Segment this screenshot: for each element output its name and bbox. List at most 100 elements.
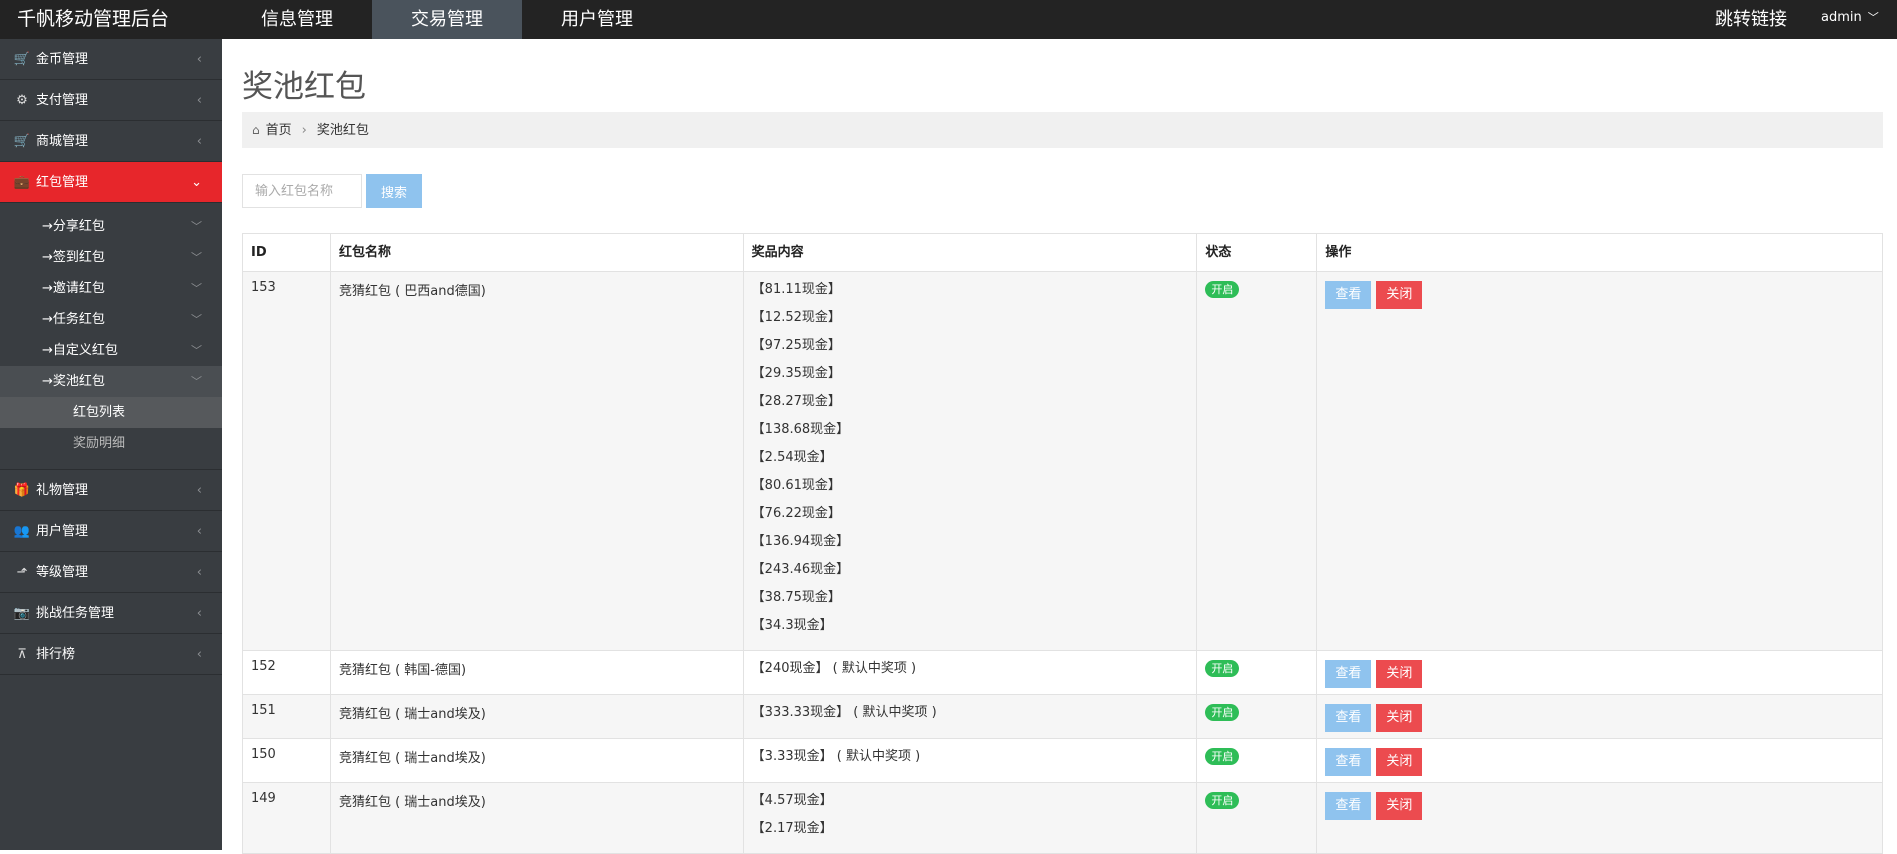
submenu-label: →自定义红包 — [42, 343, 118, 358]
sidebar-item-payment[interactable]: ⚙ 支付管理 ‹ — [0, 80, 222, 121]
chevron-down-icon: ﹀ — [191, 251, 202, 264]
cell-status: 开启 — [1196, 271, 1318, 651]
prize-item: 【97.25现金】 — [751, 338, 841, 353]
table-body: 153 竞猜红包 ( 巴西and德国) 【81.11现金】 【12.52现金】 【97.… — [242, 271, 1883, 854]
cell-prizes: 【81.11现金】 【12.52现金】 【97.25现金】 【29.35现金】 【28.… — [742, 271, 1198, 651]
prize-item: 【81.11现金】 — [751, 282, 841, 297]
chevron-down-icon: ⌄ — [191, 175, 202, 190]
prize-item: 【12.52现金】 — [751, 310, 841, 325]
submenu-pool[interactable]: →奖池红包 ﹀ — [0, 366, 222, 397]
prize-item: 【243.46现金】 — [751, 562, 850, 577]
status-badge: 开启 — [1205, 748, 1240, 765]
sidebar-item-ranking[interactable]: ⊼ 排行榜 ‹ — [0, 634, 222, 675]
brand-title: 千帆移动管理后台 — [17, 8, 170, 30]
view-button[interactable]: 查看 — [1325, 704, 1372, 732]
search-input[interactable] — [242, 174, 362, 208]
chevron-down-icon: ﹀ — [1867, 11, 1879, 24]
chevron-left-icon: ‹ — [196, 565, 202, 580]
cell-actions: 查看 关闭 — [1316, 694, 1883, 739]
table-row: 152 竞猜红包 ( 韩国-德国) 【240现金】 ( 默认中奖项 ) 开启 查看 关闭 — [242, 650, 1883, 695]
view-button[interactable]: 查看 — [1325, 660, 1372, 688]
sidebar: 🛒 金币管理 ‹ ⚙ 支付管理 ‹ 🛒 商城管理 ‹ 💼 红包管理 ⌄ →分享红… — [0, 39, 222, 850]
submenu-task[interactable]: →任务红包 ﹀ — [0, 304, 222, 335]
cell-status: 开启 — [1196, 782, 1318, 854]
cell-id: 153 — [242, 271, 331, 651]
submenu-custom[interactable]: →自定义红包 ﹀ — [0, 335, 222, 366]
cell-name: 竞猜红包 ( 瑞士and埃及) — [329, 782, 744, 854]
chevron-left-icon: ‹ — [196, 134, 202, 149]
breadcrumb-separator-icon: › — [301, 123, 307, 138]
page-title: 奖池红包 — [242, 69, 366, 105]
cell-actions: 查看 关闭 — [1316, 271, 1883, 651]
cell-status: 开启 — [1196, 650, 1318, 695]
level-up-icon: ⬏ — [16, 565, 28, 580]
status-badge: 开启 — [1205, 660, 1240, 677]
prize-item: 【34.3现金】 — [751, 618, 833, 633]
column-header-status: 状态 — [1196, 233, 1318, 272]
sidebar-item-redpacket[interactable]: 💼 红包管理 ⌄ — [0, 162, 222, 203]
top-nav-info[interactable]: 信息管理 — [222, 0, 372, 39]
sidebar-item-label: 排行榜 — [36, 647, 76, 662]
prize-item: 【4.57现金】 — [751, 793, 833, 808]
view-button[interactable]: 查看 — [1325, 281, 1372, 309]
sidebar-item-levels[interactable]: ⬏ 等级管理 ‹ — [0, 552, 222, 593]
view-button[interactable]: 查看 — [1325, 792, 1372, 820]
submenu-reward-detail[interactable]: 奖励明细 — [0, 428, 222, 459]
sidebar-item-mall[interactable]: 🛒 商城管理 ‹ — [0, 121, 222, 162]
sidebar-item-coins[interactable]: 🛒 金币管理 ‹ — [0, 39, 222, 80]
top-nav-trade[interactable]: 交易管理 — [372, 0, 522, 39]
search-button[interactable]: 搜索 — [366, 174, 422, 208]
sidebar-item-gifts[interactable]: 🎁 礼物管理 ‹ — [0, 470, 222, 511]
cell-id: 150 — [242, 738, 331, 783]
cell-id: 149 — [242, 782, 331, 854]
prize-item: 【138.68现金】 — [751, 422, 850, 437]
column-header-name: 红包名称 — [329, 233, 744, 272]
table-row: 151 竞猜红包 ( 瑞士and埃及) 【333.33现金】 ( 默认中奖项 ) 开启… — [242, 694, 1883, 739]
admin-menu[interactable]: admin ﹀ — [1821, 0, 1879, 36]
cell-name: 竞猜红包 ( 瑞士and埃及) — [329, 738, 744, 783]
submenu-label: →签到红包 — [42, 250, 105, 265]
chevron-left-icon: ‹ — [196, 483, 202, 498]
table-row: 149 竞猜红包 ( 瑞士and埃及) 【4.57现金】 【2.17现金】 开启 查看 关闭 — [242, 782, 1883, 854]
submenu-share[interactable]: →分享红包 ﹀ — [0, 211, 222, 242]
jump-link[interactable]: 跳转链接 — [1715, 0, 1787, 39]
cart-icon: 🛒 — [13, 52, 31, 67]
top-bar: 千帆移动管理后台 信息管理 交易管理 用户管理 跳转链接 admin ﹀ — [0, 0, 1897, 39]
view-button[interactable]: 查看 — [1325, 748, 1372, 776]
sidebar-item-users[interactable]: 👥 用户管理 ‹ — [0, 511, 222, 552]
sidebar-item-label: 红包管理 — [36, 175, 89, 190]
home-icon: ⌂ — [252, 123, 260, 137]
breadcrumb-current: 奖池红包 — [316, 123, 369, 138]
chevron-left-icon: ‹ — [196, 606, 202, 621]
cell-actions: 查看 关闭 — [1316, 782, 1883, 854]
submenu-packet-list[interactable]: 红包列表 — [0, 397, 222, 428]
cell-status: 开启 — [1196, 694, 1318, 739]
status-badge: 开启 — [1205, 281, 1240, 298]
prize-item: 【333.33现金】 ( 默认中奖项 ) — [751, 705, 937, 720]
chevron-down-icon: ﹀ — [191, 220, 202, 233]
prize-item: 【38.75现金】 — [751, 590, 841, 605]
sidebar-item-label: 用户管理 — [36, 524, 89, 539]
close-button[interactable]: 关闭 — [1376, 281, 1423, 309]
sidebar-item-label: 支付管理 — [36, 93, 89, 108]
close-button[interactable]: 关闭 — [1376, 792, 1423, 820]
cell-prizes: 【240现金】 ( 默认中奖项 ) — [742, 650, 1198, 695]
prize-item: 【80.61现金】 — [751, 478, 841, 493]
column-header-actions: 操作 — [1316, 233, 1883, 272]
camera-icon: 📷 — [13, 606, 31, 621]
close-button[interactable]: 关闭 — [1376, 704, 1423, 732]
cell-actions: 查看 关闭 — [1316, 738, 1883, 783]
cell-prizes: 【333.33现金】 ( 默认中奖项 ) — [742, 694, 1198, 739]
cell-prizes: 【4.57现金】 【2.17现金】 — [742, 782, 1198, 854]
sidebar-item-challenge[interactable]: 📷 挑战任务管理 ‹ — [0, 593, 222, 634]
chevron-down-icon: ﹀ — [191, 344, 202, 357]
prize-item: 【28.27现金】 — [751, 394, 841, 409]
close-button[interactable]: 关闭 — [1376, 660, 1423, 688]
submenu-checkin[interactable]: →签到红包 ﹀ — [0, 242, 222, 273]
main-content: 奖池红包 ⌂首页›奖池红包 搜索 ID 红包名称 奖品内容 状态 操作 153竞… — [222, 39, 1897, 854]
close-button[interactable]: 关闭 — [1376, 748, 1423, 776]
submenu-invite[interactable]: →邀请红包 ﹀ — [0, 273, 222, 304]
status-badge: 开启 — [1205, 792, 1240, 809]
breadcrumb-home[interactable]: 首页 — [266, 123, 292, 138]
top-nav-users[interactable]: 用户管理 — [522, 0, 672, 39]
